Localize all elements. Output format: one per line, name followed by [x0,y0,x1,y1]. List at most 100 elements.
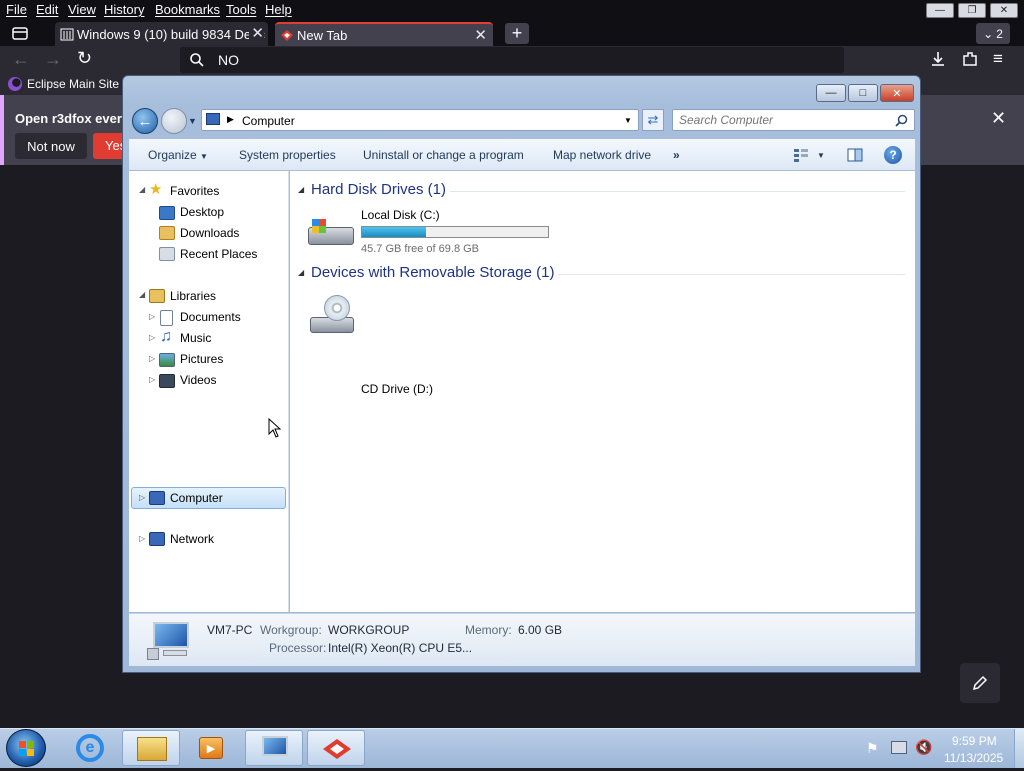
explorer-window: — □ ✕ ← ▼ ▶ Computer ▼ ⇄ Organize ▼ Syst… [122,75,921,673]
notification-close-icon[interactable]: ✕ [991,108,1006,129]
extensions-button[interactable] [961,50,979,71]
bookmark-eclipse[interactable]: Eclipse Main Site [27,77,119,91]
tab-new-tab[interactable]: New Tab ✕ [275,22,493,46]
uninstall-program-button[interactable]: Uninstall or change a program [363,148,524,162]
organize-button[interactable]: Organize ▼ [148,148,208,162]
chevron-down-icon: ⌄ [983,26,994,41]
collapse-icon[interactable]: ▷ [149,375,155,384]
clock-date[interactable]: 11/13/2025 [944,751,1003,765]
menu-bookmarks[interactable]: Bookmarks [155,2,220,17]
taskbar-explorer[interactable] [122,730,180,766]
expand-icon[interactable]: ◢ [139,185,145,194]
volume-muted-icon[interactable]: 🔇 [915,739,932,756]
pencil-icon [972,675,988,691]
nav-computer-selected[interactable]: ▷ Computer [131,487,286,509]
nav-downloads[interactable]: Downloads [180,226,239,240]
nav-desktop[interactable]: Desktop [180,205,224,219]
address-dropdown-icon[interactable]: ▼ [624,116,632,125]
nav-libraries[interactable]: Libraries [170,289,216,303]
menu-help[interactable]: Help [265,2,292,17]
nav-favorites[interactable]: Favorites [170,184,219,198]
address-bar[interactable]: ▶ Computer ▼ [201,109,639,131]
map-network-drive-button[interactable]: Map network drive [553,148,651,162]
search-input[interactable] [679,112,889,128]
dropdown-icon: ▼ [817,150,825,160]
nav-videos[interactable]: Videos [180,373,216,387]
explorer-back-button[interactable]: ← [132,108,158,134]
menu-history[interactable]: History [104,2,144,17]
explorer-minimize-button[interactable]: — [816,84,846,102]
system-properties-button[interactable]: System properties [239,148,336,162]
taskbar-computer[interactable] [245,730,303,766]
back-icon[interactable]: ← [12,49,30,70]
chevron-right-icon[interactable]: ▶ [227,114,234,125]
nav-pictures[interactable]: Pictures [180,352,223,366]
menu-file[interactable]: File [6,2,27,17]
tab-close-icon[interactable]: ✕ [474,26,487,44]
network-tray-icon[interactable] [891,741,907,754]
nav-network[interactable]: Network [170,532,214,546]
collapse-icon[interactable]: ▷ [139,493,145,502]
tab-count: 2 [996,26,1003,41]
refresh-button[interactable]: ⇄ [642,109,664,131]
group-removable-storage[interactable]: Devices with Removable Storage (1) [311,264,554,281]
browser-restore-button[interactable]: ❐ [958,3,986,18]
change-view-button[interactable]: ▼ [793,148,825,162]
clock-time[interactable]: 9:59 PM [952,734,997,748]
view-icon [794,149,808,162]
tab-windows9[interactable]: Windows 9 (10) build 9834 Debc ✕ [55,22,268,46]
menu-tools[interactable]: Tools [226,2,256,17]
preview-pane-icon [847,148,863,162]
taskbar-media-player[interactable]: ▶ [183,730,241,766]
new-tab-button[interactable]: + [505,23,529,44]
star-icon: ★ [149,181,163,198]
reload-icon[interactable]: ↻ [77,48,92,69]
group-collapse-icon[interactable]: ◢ [298,268,304,277]
organize-label: Organize [148,148,197,162]
local-disk-name[interactable]: Local Disk (C:) [361,208,440,222]
explorer-forward-button[interactable] [161,108,187,134]
browser-close-button[interactable]: ✕ [990,3,1018,18]
explorer-close-button[interactable]: ✕ [880,84,914,102]
url-bar[interactable]: NO [180,47,844,73]
not-now-button[interactable]: Not now [15,133,87,159]
recent-pages-icon[interactable]: ▼ [188,116,197,126]
pictures-icon [159,353,175,367]
expand-icon[interactable]: ◢ [139,290,145,299]
nav-recent-places[interactable]: Recent Places [180,247,257,261]
show-desktop-button[interactable] [1014,729,1024,768]
explorer-maximize-button[interactable]: □ [848,84,878,102]
collapse-icon[interactable]: ▷ [149,354,155,363]
downloads-button[interactable] [929,50,947,71]
search-box[interactable] [672,109,915,131]
taskbar-ie[interactable]: e [62,730,120,766]
collapse-icon[interactable]: ▷ [149,333,155,342]
group-hard-disk-drives[interactable]: Hard Disk Drives (1) [311,181,446,198]
url-input[interactable]: NO [218,52,239,68]
collapse-icon[interactable]: ▷ [139,534,145,543]
tab-overview-button[interactable] [6,22,34,44]
cd-drive-name[interactable]: CD Drive (D:) [361,382,433,396]
group-collapse-icon[interactable]: ◢ [298,185,304,194]
menu-button[interactable]: ≡ [993,49,1003,69]
menu-view[interactable]: View [68,2,96,17]
collapse-icon[interactable]: ▷ [149,312,155,321]
help-button[interactable]: ? [884,146,902,164]
start-button[interactable] [6,729,46,767]
refresh-icon: ⇄ [647,112,659,127]
menu-edit[interactable]: Edit [36,2,58,17]
action-center-flag-icon[interactable]: ⚑ [866,740,879,757]
tab-close-icon[interactable]: ✕ [249,24,264,42]
more-commands-button[interactable]: » [673,148,680,162]
nav-documents[interactable]: Documents [180,310,241,324]
tab-title: Windows 9 (10) build 9834 Debc [77,26,265,42]
search-icon [190,53,204,67]
tab-list-button[interactable]: ⌄ 2 [976,23,1010,44]
edit-button[interactable] [960,663,1000,703]
nav-music[interactable]: Music [180,331,211,345]
preview-pane-button[interactable] [847,147,863,166]
taskbar-r3dfox[interactable] [307,730,365,766]
forward-icon[interactable]: → [44,49,62,70]
browser-minimize-button[interactable]: — [926,3,954,18]
mouse-cursor-icon [268,418,282,438]
